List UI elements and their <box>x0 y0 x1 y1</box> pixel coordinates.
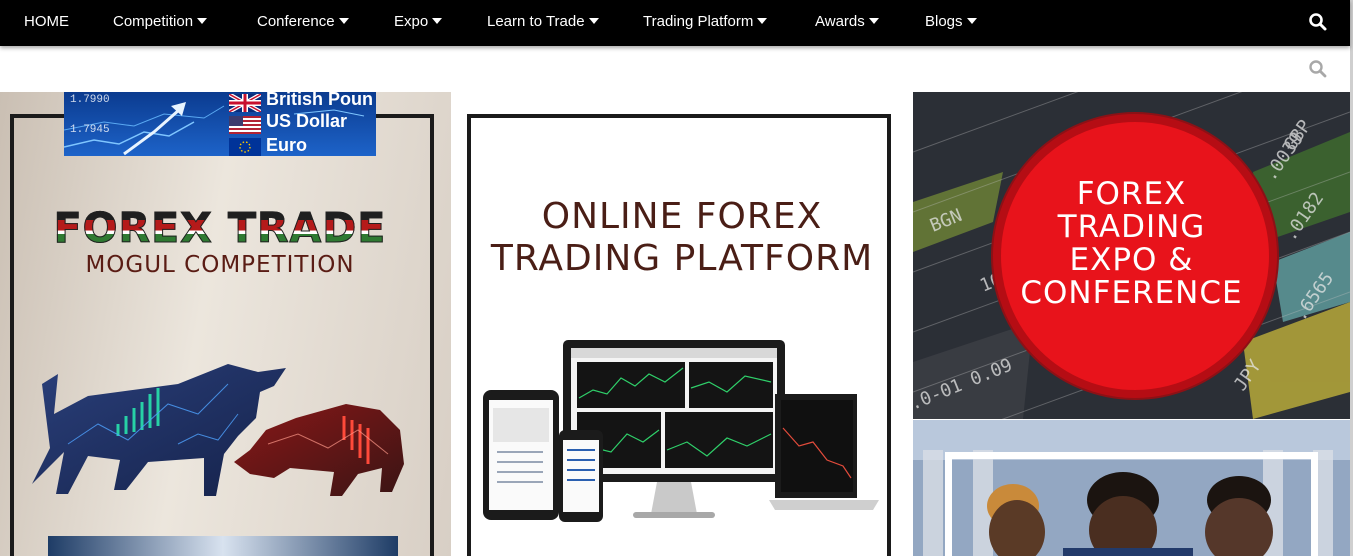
poster-subtitle: MOGUL COMPETITION <box>85 252 355 278</box>
bull-and-bear-illustration <box>32 364 404 496</box>
nav-item-label: Blogs <box>925 13 963 30</box>
people-photo-tile[interactable] <box>913 420 1350 556</box>
search-strip <box>0 46 1350 92</box>
currency-label: US Dollar <box>266 111 348 131</box>
nav-item-competition[interactable]: Competition <box>113 0 208 44</box>
caret-down-icon <box>757 18 768 24</box>
currency-label: British Poun <box>266 92 373 109</box>
search-icon[interactable] <box>1308 12 1328 32</box>
nav-item-learn-to-trade[interactable]: Learn to Trade <box>487 0 599 44</box>
trading-platform-promo-tile[interactable]: ONLINE FOREX TRADING PLATFORM <box>451 92 913 556</box>
tick-value: 1.7990 <box>70 94 110 106</box>
platform-title-line2: TRADING PLATFORM <box>490 238 874 279</box>
nav-item-label: Learn to Trade <box>487 13 585 30</box>
poster-title: FOREX TRADE <box>0 204 440 253</box>
tick-value: 1.7945 <box>70 124 110 136</box>
caret-down-icon <box>868 18 879 24</box>
eu-flag-icon <box>229 138 261 156</box>
top-navigation-bar: HOME Competition Conference Expo Learn t… <box>0 0 1350 46</box>
expo-title-line: EXPO & <box>1069 242 1194 278</box>
platform-title-line1: ONLINE FOREX <box>541 196 823 237</box>
caret-down-icon <box>432 18 443 24</box>
nav-item-conference[interactable]: Conference <box>257 0 349 44</box>
poster-bottom-image <box>48 536 398 556</box>
uk-flag-icon <box>229 94 261 112</box>
search-icon[interactable] <box>1308 59 1328 79</box>
devices-illustration <box>483 340 879 522</box>
photo-frame <box>945 452 1318 556</box>
nav-item-awards[interactable]: Awards <box>815 0 879 44</box>
expo-title-line: CONFERENCE <box>1020 275 1243 311</box>
nav-item-label: Awards <box>815 13 865 30</box>
expo-title-line: TRADING <box>1057 209 1206 245</box>
caret-down-icon <box>588 18 599 24</box>
nav-item-label: Expo <box>394 13 429 30</box>
nav-item-home[interactable]: HOME <box>24 0 69 44</box>
expo-conference-promo-tile[interactable]: BGN 10) 1.7 .0039 .0182 .6565 JPY .0-01 … <box>913 92 1350 419</box>
caret-down-icon <box>338 18 349 24</box>
nav-item-expo[interactable]: Expo <box>394 0 443 44</box>
nav-item-label: Competition <box>113 13 194 30</box>
currency-banner-image: 1.7990 1.7945 British Poun US Dollar Eur… <box>64 92 376 156</box>
nav-item-blogs[interactable]: Blogs <box>925 0 977 44</box>
us-flag-icon <box>229 116 261 134</box>
caret-down-icon <box>197 18 208 24</box>
nav-item-trading-platform[interactable]: Trading Platform <box>643 0 768 44</box>
expo-title-line: FOREX <box>1076 176 1187 212</box>
caret-down-icon <box>966 18 977 24</box>
currency-label: Euro <box>266 135 308 155</box>
nav-item-label: HOME <box>24 13 69 30</box>
nav-item-label: Trading Platform <box>643 13 754 30</box>
competition-promo-tile[interactable]: 1.7990 1.7945 British Poun US Dollar Eur… <box>0 92 451 556</box>
nav-item-label: Conference <box>257 13 335 30</box>
